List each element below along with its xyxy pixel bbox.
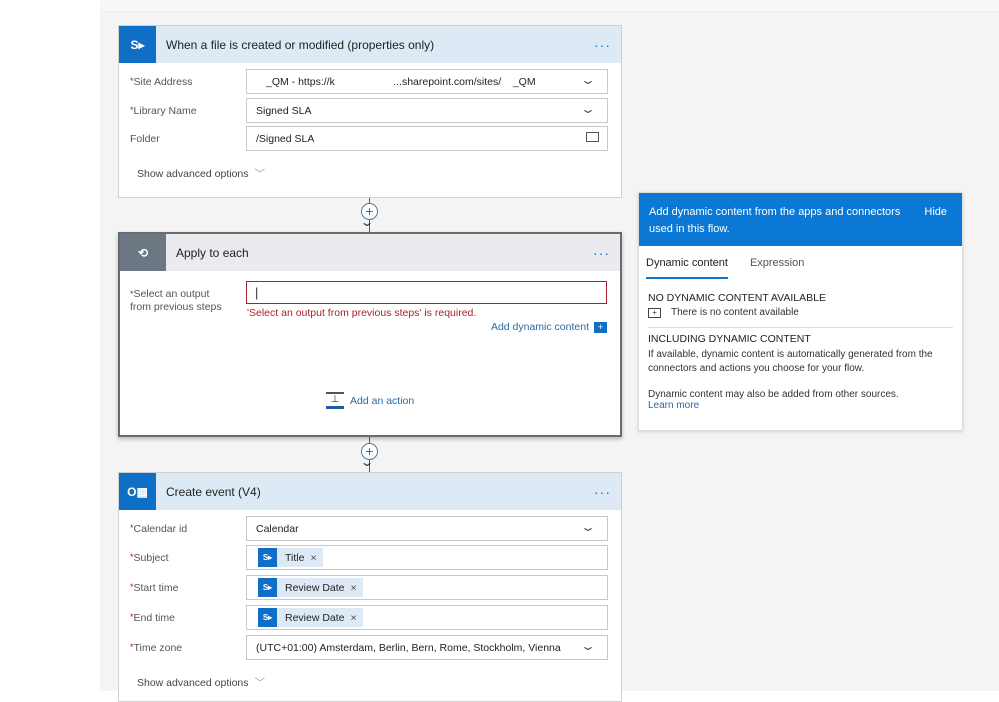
field-label: Site Address	[133, 75, 193, 88]
card-title: Apply to each	[176, 245, 249, 260]
learn-more-link[interactable]: Learn more	[648, 400, 699, 411]
title-token[interactable]: S▸ Title ×	[258, 548, 323, 567]
folder-icon[interactable]	[586, 132, 599, 142]
chevron-down-icon: ⌄	[579, 639, 597, 653]
chevron-down-icon: ⌄	[579, 520, 597, 534]
remove-token-icon[interactable]: ×	[310, 552, 316, 564]
folder-input[interactable]: /Signed SLA	[246, 126, 608, 151]
sharepoint-icon: S▸	[258, 548, 277, 567]
tab-dynamic-content[interactable]: Dynamic content	[646, 255, 728, 279]
including-heading: INCLUDING DYNAMIC CONTENT	[648, 333, 811, 345]
chevron-down-icon: ⌄	[579, 73, 597, 87]
subject-row: *Subject S▸ Title ×	[130, 545, 608, 570]
no-content-text: There is no content available	[671, 307, 799, 318]
trigger-header[interactable]: S▸ When a file is created or modified (p…	[119, 26, 621, 63]
top-toolbar	[100, 0, 999, 12]
error-message: 'Select an output from previous steps' i…	[247, 307, 477, 319]
event-header[interactable]: O▦ Create event (V4) ···	[119, 473, 621, 510]
time-zone-row: *Time zone (UTC+01:00) Amsterdam, Berlin…	[130, 635, 608, 660]
chevron-down-icon: ⌄	[579, 102, 597, 116]
loop-icon: ⟲	[120, 234, 166, 271]
remove-token-icon[interactable]: ×	[351, 582, 357, 594]
sharepoint-icon: S▸	[258, 578, 277, 597]
field-label: Library Name	[133, 104, 197, 117]
other-sources-text: Dynamic content may also be added from o…	[648, 389, 899, 400]
add-action-icon: ⊥	[326, 392, 344, 409]
site-address-row: *Site Address _QM - https://k ...sharepo…	[130, 69, 608, 94]
panel-tabs: Dynamic content Expression	[639, 255, 962, 279]
more-options-icon[interactable]: ···	[593, 245, 610, 261]
apply-to-each-card[interactable]: ⟲ Apply to each ··· *Select an output fr…	[118, 232, 622, 437]
calendar-id-row: *Calendar id Calendar ⌄	[130, 516, 608, 541]
sharepoint-icon: S▸	[258, 608, 277, 627]
including-text: If available, dynamic content is automat…	[648, 349, 933, 374]
apply-header[interactable]: ⟲ Apply to each ···	[120, 234, 620, 271]
divider	[648, 327, 953, 328]
start-time-input[interactable]: S▸ Review Date ×	[246, 575, 608, 600]
hide-button[interactable]: Hide	[924, 204, 947, 221]
trigger-card[interactable]: S▸ When a file is created or modified (p…	[118, 25, 622, 198]
field-label: Folder	[130, 132, 160, 145]
end-time-input[interactable]: S▸ Review Date ×	[246, 605, 608, 630]
field-label: Select an output from previous steps	[130, 288, 222, 313]
show-advanced-options[interactable]: Show advanced options ﹀	[137, 166, 265, 181]
chevron-down-icon: ﹀	[254, 168, 266, 180]
calendar-id-dropdown[interactable]: Calendar ⌄	[246, 516, 608, 541]
start-time-row: *Start time S▸ Review Date ×	[130, 575, 608, 600]
time-zone-dropdown[interactable]: (UTC+01:00) Amsterdam, Berlin, Bern, Rom…	[246, 635, 608, 660]
review-date-token[interactable]: S▸ Review Date ×	[258, 578, 363, 597]
arrow-down-icon: ⌄	[359, 215, 375, 229]
show-advanced-options[interactable]: Show advanced options ﹀	[137, 675, 265, 690]
folder-row: Folder /Signed SLA	[130, 126, 608, 151]
end-time-row: *End time S▸ Review Date ×	[130, 605, 608, 630]
chevron-down-icon: ﹀	[254, 677, 266, 689]
library-name-dropdown[interactable]: Signed SLA ⌄	[246, 98, 608, 123]
no-content-heading: NO DYNAMIC CONTENT AVAILABLE	[648, 292, 826, 304]
review-date-token[interactable]: S▸ Review Date ×	[258, 608, 363, 627]
card-title: Create event (V4)	[166, 484, 261, 499]
card-title: When a file is created or modified (prop…	[166, 37, 435, 52]
add-action-button[interactable]: ⊥ Add an action	[326, 392, 414, 409]
sharepoint-icon: S▸	[119, 26, 156, 63]
add-dynamic-icon: +	[594, 321, 607, 333]
add-dynamic-content-link[interactable]: Add dynamic content +	[491, 321, 607, 333]
subject-input[interactable]: S▸ Title ×	[246, 545, 608, 570]
add-dynamic-icon: +	[648, 307, 661, 318]
select-output-input[interactable]: |	[246, 281, 607, 304]
panel-header: Add dynamic content from the apps and co…	[639, 193, 962, 246]
site-address-dropdown[interactable]: _QM - https://k ...sharepoint.com/sites/…	[246, 69, 608, 94]
more-options-icon[interactable]: ···	[594, 37, 611, 53]
library-name-row: *Library Name Signed SLA ⌄	[130, 98, 608, 123]
create-event-card[interactable]: O▦ Create event (V4) ··· *Calendar id Ca…	[118, 472, 622, 702]
tab-expression[interactable]: Expression	[750, 255, 804, 279]
remove-token-icon[interactable]: ×	[351, 612, 357, 624]
outlook-icon: O▦	[119, 473, 156, 510]
more-options-icon[interactable]: ···	[594, 484, 611, 500]
dynamic-content-panel: Add dynamic content from the apps and co…	[638, 192, 963, 431]
arrow-down-icon: ⌄	[359, 455, 375, 469]
